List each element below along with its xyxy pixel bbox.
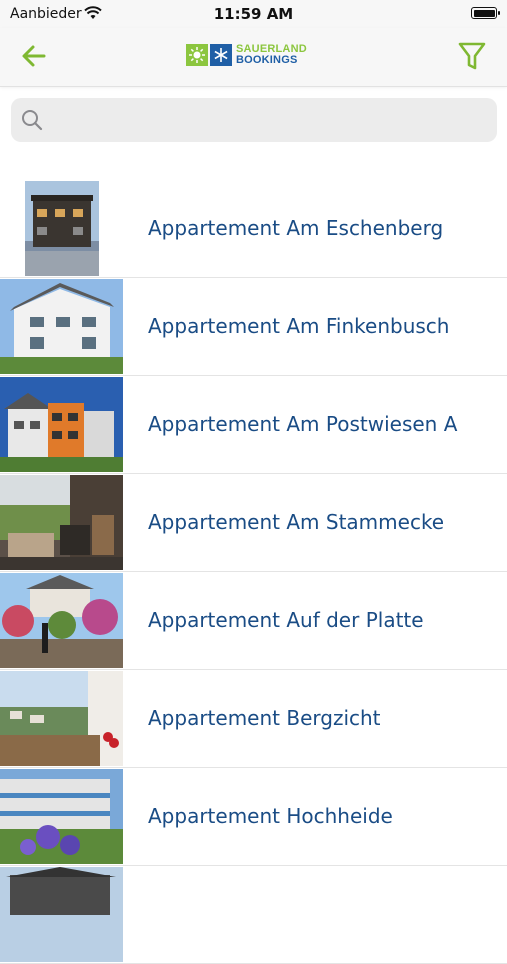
- listing-photo: [0, 573, 123, 668]
- listing-name: Appartement Am Postwiesen A: [148, 412, 458, 436]
- arrow-left-icon: [22, 45, 46, 67]
- listing-photo: [0, 769, 123, 864]
- logo-wordmark: SAUERLAND BOOKINGS: [236, 44, 307, 66]
- list-item[interactable]: Appartement Auf der Platte: [0, 572, 507, 670]
- listing-name: Appartement Hochheide: [148, 804, 393, 828]
- status-bar: Aanbieder 11:59 AM: [0, 0, 507, 28]
- listing-name: Appartement Am Eschenberg: [148, 216, 444, 240]
- battery-icon: [471, 7, 500, 19]
- filter-icon: [458, 42, 486, 70]
- listing-name: Appartement Bergzicht: [148, 706, 381, 730]
- navigation-bar: SAUERLAND BOOKINGS: [0, 28, 507, 87]
- listing-photo: [25, 181, 99, 276]
- search-bar[interactable]: [11, 98, 497, 144]
- listing-name: Appartement Am Stammecke: [148, 510, 445, 534]
- logo-line-2: BOOKINGS: [236, 54, 298, 66]
- listing-name: Appartement Am Finkenbusch: [148, 314, 450, 338]
- brand-logo: SAUERLAND BOOKINGS: [186, 42, 307, 68]
- listing-name: Appartement Auf der Platte: [148, 608, 424, 632]
- listing-list: Appartement Am Eschenberg Appartement Am…: [0, 180, 507, 964]
- list-item[interactable]: Appartement Am Stammecke: [0, 474, 507, 572]
- listing-photo: [0, 671, 123, 766]
- snowflake-icon: [210, 44, 232, 66]
- listing-photo: [0, 867, 123, 962]
- listing-photo: [0, 279, 123, 374]
- clock: 11:59 AM: [213, 5, 294, 23]
- listing-photo: [0, 475, 123, 570]
- filter-button[interactable]: [457, 40, 487, 72]
- list-item[interactable]: Appartement Hochheide: [0, 768, 507, 866]
- list-item[interactable]: Appartement Am Eschenberg: [0, 180, 507, 278]
- back-button[interactable]: [18, 40, 50, 72]
- list-item[interactable]: Appartement Am Postwiesen A: [0, 376, 507, 474]
- sun-icon: [186, 44, 208, 66]
- list-item[interactable]: [0, 866, 507, 964]
- list-item[interactable]: Appartement Am Finkenbusch: [0, 278, 507, 376]
- search-input[interactable]: [53, 98, 487, 144]
- listing-photo: [0, 377, 123, 472]
- list-item[interactable]: Appartement Bergzicht: [0, 670, 507, 768]
- search-icon: [21, 109, 43, 135]
